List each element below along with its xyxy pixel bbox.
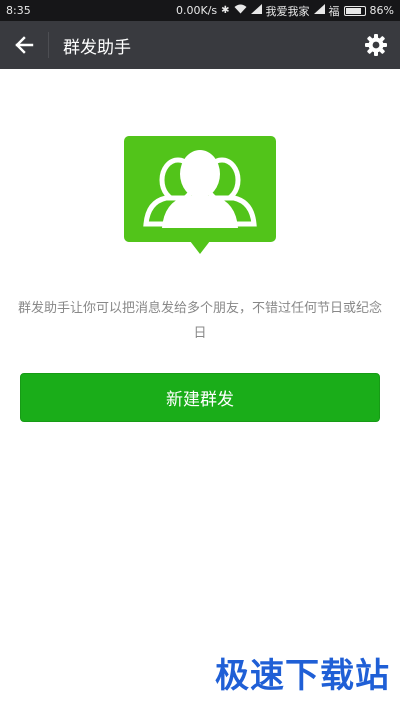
- wifi-icon: [234, 4, 247, 17]
- signal-icon: [250, 4, 262, 17]
- nav-divider: [48, 32, 49, 58]
- signal-icon: [313, 4, 325, 17]
- nav-bar: 群发助手: [0, 21, 400, 69]
- feature-description: 群发助手让你可以把消息发给多个朋友，不错过任何节日或纪念日: [18, 301, 383, 341]
- battery-percent: 86%: [369, 4, 394, 17]
- group-chat-illustration: [124, 136, 276, 256]
- carrier-1: 我爱我家: [265, 4, 310, 18]
- gear-icon: [365, 34, 387, 56]
- status-bar: 8:35 0.00K/s ✱ 我爱我家 福 86%: [0, 0, 400, 21]
- bluetooth-icon: ✱: [221, 4, 230, 16]
- new-broadcast-button[interactable]: 新建群发: [20, 373, 380, 422]
- battery-fill: [345, 7, 361, 14]
- back-button[interactable]: [0, 21, 48, 69]
- carrier-2: 福: [328, 4, 340, 18]
- settings-button[interactable]: [352, 21, 400, 69]
- site-watermark: 极速下载站: [215, 656, 390, 696]
- status-time: 8:35: [6, 4, 31, 17]
- arrow-left-icon: [15, 36, 34, 54]
- battery-icon: [343, 5, 366, 16]
- group-chat-icon: [124, 136, 276, 254]
- network-speed: 0.00K/s: [176, 4, 218, 17]
- page-title: 群发助手: [63, 37, 131, 58]
- status-indicators: 0.00K/s ✱ 我爱我家 福 86%: [176, 3, 394, 19]
